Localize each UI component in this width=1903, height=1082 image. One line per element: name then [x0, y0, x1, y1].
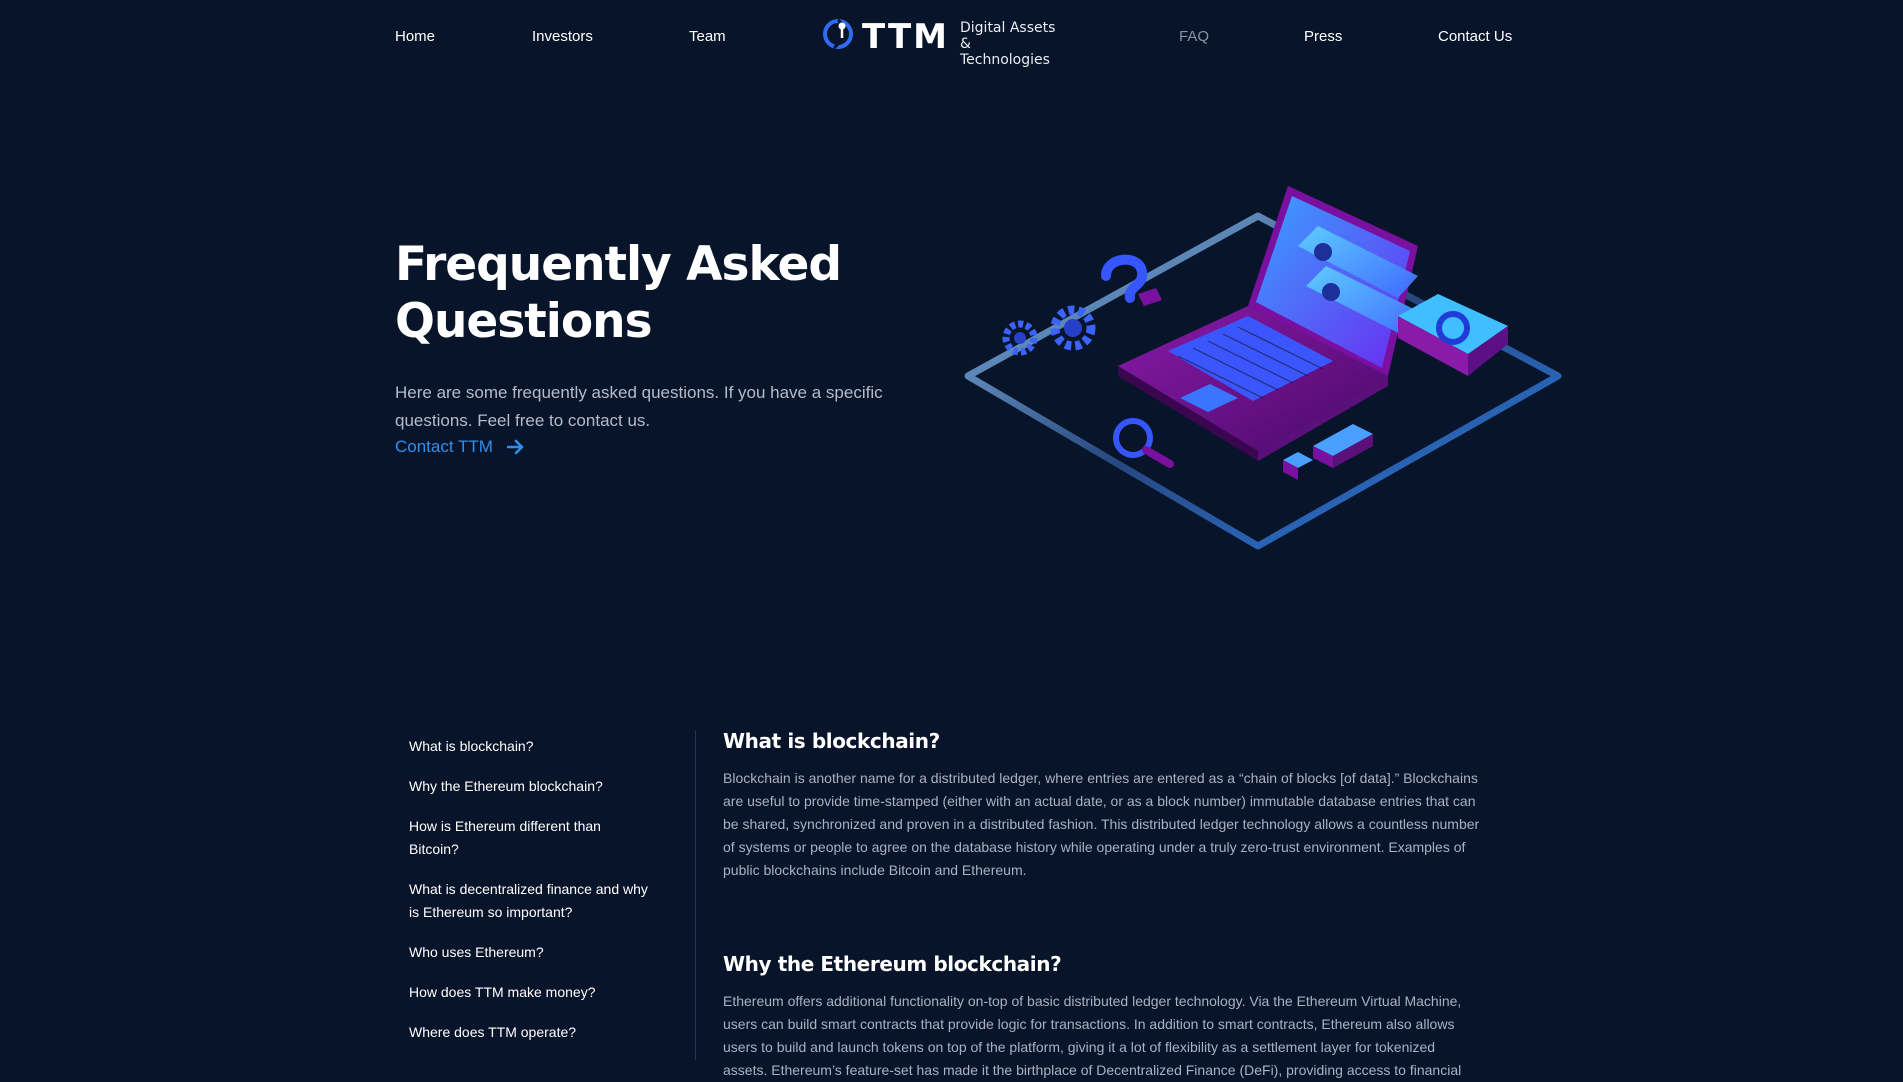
isometric-laptop-illustration	[964, 186, 1562, 550]
nav-faq[interactable]: FAQ	[1179, 28, 1209, 45]
faq-answer: Blockchain is another name for a distrib…	[723, 770, 1480, 878]
nav-investors[interactable]: Investors	[532, 28, 593, 45]
ttm-logo[interactable]: TTM Digital Assets & Technologies	[822, 16, 1062, 68]
faq-divider	[695, 730, 696, 1060]
faq-side-nav: What is blockchain? Why the Ethereum blo…	[409, 735, 659, 1061]
faq-section-blockchain: What is blockchain? Blockchain is anothe…	[723, 729, 1483, 882]
contact-ttm-link[interactable]: Contact TTM	[395, 437, 525, 457]
faq-nav-item[interactable]: Where does TTM operate?	[409, 1021, 659, 1044]
faq-answer: Ethereum offers additional functionality…	[723, 993, 1462, 1078]
nav-contact-us[interactable]: Contact Us	[1438, 28, 1512, 45]
page-title: Frequently Asked Questions	[395, 236, 915, 350]
faq-section-ethereum: Why the Ethereum blockchain? Ethereum of…	[723, 952, 1483, 1082]
hero-description: Here are some frequently asked questions…	[395, 383, 883, 430]
logo-tagline-line1: Digital Assets	[960, 20, 1056, 36]
logo-tagline-line2: & Technologies	[960, 36, 1050, 68]
top-nav: Home Investors Team TTM Digital Assets &…	[0, 0, 1903, 74]
faq-nav-item[interactable]: Why the Ethereum blockchain?	[409, 775, 659, 798]
page-title-line2: Questions	[395, 294, 653, 349]
logo-wordmark: TTM	[862, 17, 949, 57]
faq-nav-item[interactable]: What is blockchain?	[409, 735, 659, 758]
page-title-line1: Frequently Asked	[395, 237, 842, 292]
nav-home[interactable]: Home	[395, 28, 435, 45]
contact-ttm-label: Contact TTM	[395, 437, 493, 456]
globe-pin-icon	[823, 18, 853, 50]
logo-tagline: Digital Assets & Technologies	[960, 20, 1062, 68]
faq-question-title: What is blockchain?	[723, 729, 940, 753]
nav-press[interactable]: Press	[1304, 28, 1342, 45]
faq-nav-item[interactable]: How does TTM make money?	[409, 981, 659, 1004]
faq-question-title: Why the Ethereum blockchain?	[723, 952, 1062, 976]
faq-nav-item[interactable]: What is decentralized finance and why is…	[409, 878, 659, 924]
faq-nav-item[interactable]: Who uses Ethereum?	[409, 941, 659, 964]
faq-nav-item[interactable]: How is Ethereum different than Bitcoin?	[409, 815, 619, 861]
nav-team[interactable]: Team	[689, 28, 726, 45]
arrow-right-icon	[506, 439, 524, 455]
